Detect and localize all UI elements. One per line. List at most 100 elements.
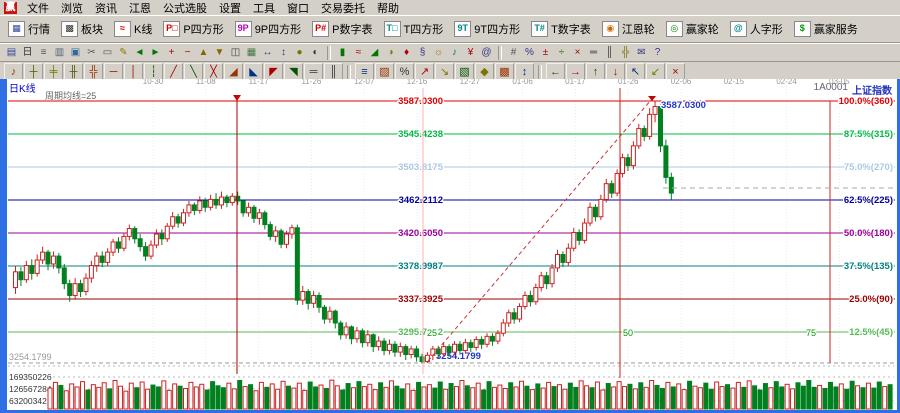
volume-bar <box>720 387 724 409</box>
toolbar-button-t-square[interactable]: T□T四方形 <box>379 18 449 40</box>
toolbar-button-gann-wheel[interactable]: ◉江恩轮 <box>597 18 660 40</box>
scroll-up-icon[interactable]: ▲ <box>196 46 211 60</box>
section-icon[interactable]: § <box>415 46 430 60</box>
volume-bar <box>471 388 475 409</box>
toolbar-button-9p-square[interactable]: 9P9P四方形 <box>230 18 306 40</box>
pie-icon[interactable]: ◑ <box>383 46 398 60</box>
candle <box>230 196 234 202</box>
dbl-line-icon[interactable]: ═ <box>586 46 601 60</box>
volume-bar <box>308 382 312 409</box>
toolbar-button-winner-wheel[interactable]: ◎赢家轮 <box>661 18 724 40</box>
half-icon[interactable]: ◐ <box>308 46 323 60</box>
percent-icon[interactable]: % <box>522 46 537 60</box>
candle <box>398 347 402 353</box>
day-period-icon[interactable]: 日 <box>20 46 35 60</box>
toolbar-button-winner-service[interactable]: $赢家服务 <box>789 18 863 40</box>
overlay-icon[interactable]: ◫ <box>228 46 243 60</box>
volume-bar <box>845 389 849 409</box>
candle <box>79 284 83 292</box>
triangle-icon[interactable]: ◢ <box>367 46 382 60</box>
next-icon[interactable]: ► <box>148 46 163 60</box>
cross-dbl-icon[interactable]: ╬ <box>618 46 633 60</box>
candle <box>295 228 299 300</box>
v-expand-icon[interactable]: ↕ <box>276 46 291 60</box>
toolbar-button-v-shape[interactable]: @人字形 <box>725 18 788 40</box>
menu-item-window[interactable]: 窗口 <box>281 0 315 16</box>
zoom-out-icon[interactable]: − <box>180 46 195 60</box>
period-tab-daily[interactable]: 日K线 <box>9 80 36 95</box>
hash-icon[interactable]: # <box>506 46 521 60</box>
menu-item-tools[interactable]: 工具 <box>247 0 281 16</box>
save-icon[interactable]: ▣ <box>68 46 83 60</box>
volume-bar <box>883 387 887 409</box>
grid-icon[interactable]: ▦ <box>244 46 259 60</box>
volume-bar <box>623 387 627 409</box>
prev-icon[interactable]: ◄ <box>132 46 147 60</box>
menu-item-news[interactable]: 资讯 <box>89 0 123 16</box>
h-expand-icon[interactable]: ↔ <box>260 46 275 60</box>
volume-axis-label: 63200342 <box>9 396 47 406</box>
percent-level-label: 37.5%(135) <box>844 261 893 272</box>
copy-icon[interactable]: ▭ <box>100 46 115 60</box>
candle <box>512 313 516 319</box>
percent-level-label: 75.0%(270) <box>844 162 893 173</box>
toolbar-button-p-digits[interactable]: P#P数字表 <box>307 18 377 40</box>
menu-item-formula-pick[interactable]: 公式选股 <box>157 0 213 16</box>
date-tick-label: 01-06 <box>512 79 533 86</box>
candle <box>165 226 169 239</box>
menu-item-browse[interactable]: 浏览 <box>55 0 89 16</box>
candle <box>577 232 581 240</box>
yuan-icon[interactable]: ¥ <box>463 46 478 60</box>
toolbar-button-quotes[interactable]: ▦行情 <box>3 18 55 40</box>
menu-item-help[interactable]: 帮助 <box>371 0 405 16</box>
query-icon[interactable]: ? <box>650 46 665 60</box>
board-icon[interactable]: ▤ <box>4 46 19 60</box>
menu-item-file[interactable]: 文件 <box>21 0 55 16</box>
toolbar-button-t-digits[interactable]: T#T数字表 <box>526 18 596 40</box>
edit-icon[interactable]: ✎ <box>116 46 131 60</box>
volume-bar <box>211 382 215 409</box>
p-digits-icon: P# <box>312 21 329 37</box>
candle <box>95 256 99 265</box>
list-icon[interactable]: ≡ <box>36 46 51 60</box>
plusminus-icon[interactable]: ± <box>538 46 553 60</box>
note-icon[interactable]: ♪ <box>447 46 462 60</box>
scroll-down-icon[interactable]: ▼ <box>212 46 227 60</box>
menu-item-gann[interactable]: 江恩 <box>123 0 157 16</box>
mail-icon[interactable]: ✉ <box>634 46 649 60</box>
toolbar-button-9t-square[interactable]: 9T9T四方形 <box>449 18 525 40</box>
volume-bar <box>444 389 448 409</box>
cut-icon[interactable]: ✂ <box>84 46 99 60</box>
sun-icon[interactable]: ☼ <box>431 46 446 60</box>
volume-bar <box>124 391 128 409</box>
toolbar-button-kline[interactable]: ≈K线 <box>109 18 157 40</box>
price-level-label: 3378.9987 <box>398 261 443 272</box>
candle <box>572 232 576 248</box>
dot-icon[interactable]: ● <box>292 46 307 60</box>
volume-bar <box>536 384 540 409</box>
candle <box>610 184 614 193</box>
volume-bar <box>628 384 632 409</box>
print-icon[interactable]: ▥ <box>52 46 67 60</box>
percent-level-label: 87.5%(315) <box>844 129 893 140</box>
candle <box>458 344 462 350</box>
volume-bar <box>590 388 594 409</box>
v-dbl-icon[interactable]: ║ <box>602 46 617 60</box>
at-icon[interactable]: @ <box>479 46 494 60</box>
divide-icon[interactable]: ÷ <box>554 46 569 60</box>
diamond-icon[interactable]: ♦ <box>399 46 414 60</box>
toolbar-button-sectors[interactable]: ▩板块 <box>56 18 108 40</box>
menu-item-trade[interactable]: 交易委托 <box>315 0 371 16</box>
zoom-in-icon[interactable]: + <box>164 46 179 60</box>
volume-bar <box>286 386 290 409</box>
menu-item-settings[interactable]: 设置 <box>213 0 247 16</box>
volume-bar <box>612 387 616 409</box>
kline-chart-canvas[interactable]: 10-3011-0811-1711-2612-0712-1612-2701-06… <box>7 79 897 411</box>
wave-icon[interactable]: ≈ <box>351 46 366 60</box>
candle <box>393 344 397 352</box>
toolbar-button-p-square[interactable]: P□P四方形 <box>158 18 228 40</box>
candle <box>241 201 245 213</box>
vol-bars-icon[interactable]: ▮ <box>335 46 350 60</box>
multiply-icon[interactable]: × <box>570 46 585 60</box>
trend-line[interactable] <box>428 100 651 361</box>
